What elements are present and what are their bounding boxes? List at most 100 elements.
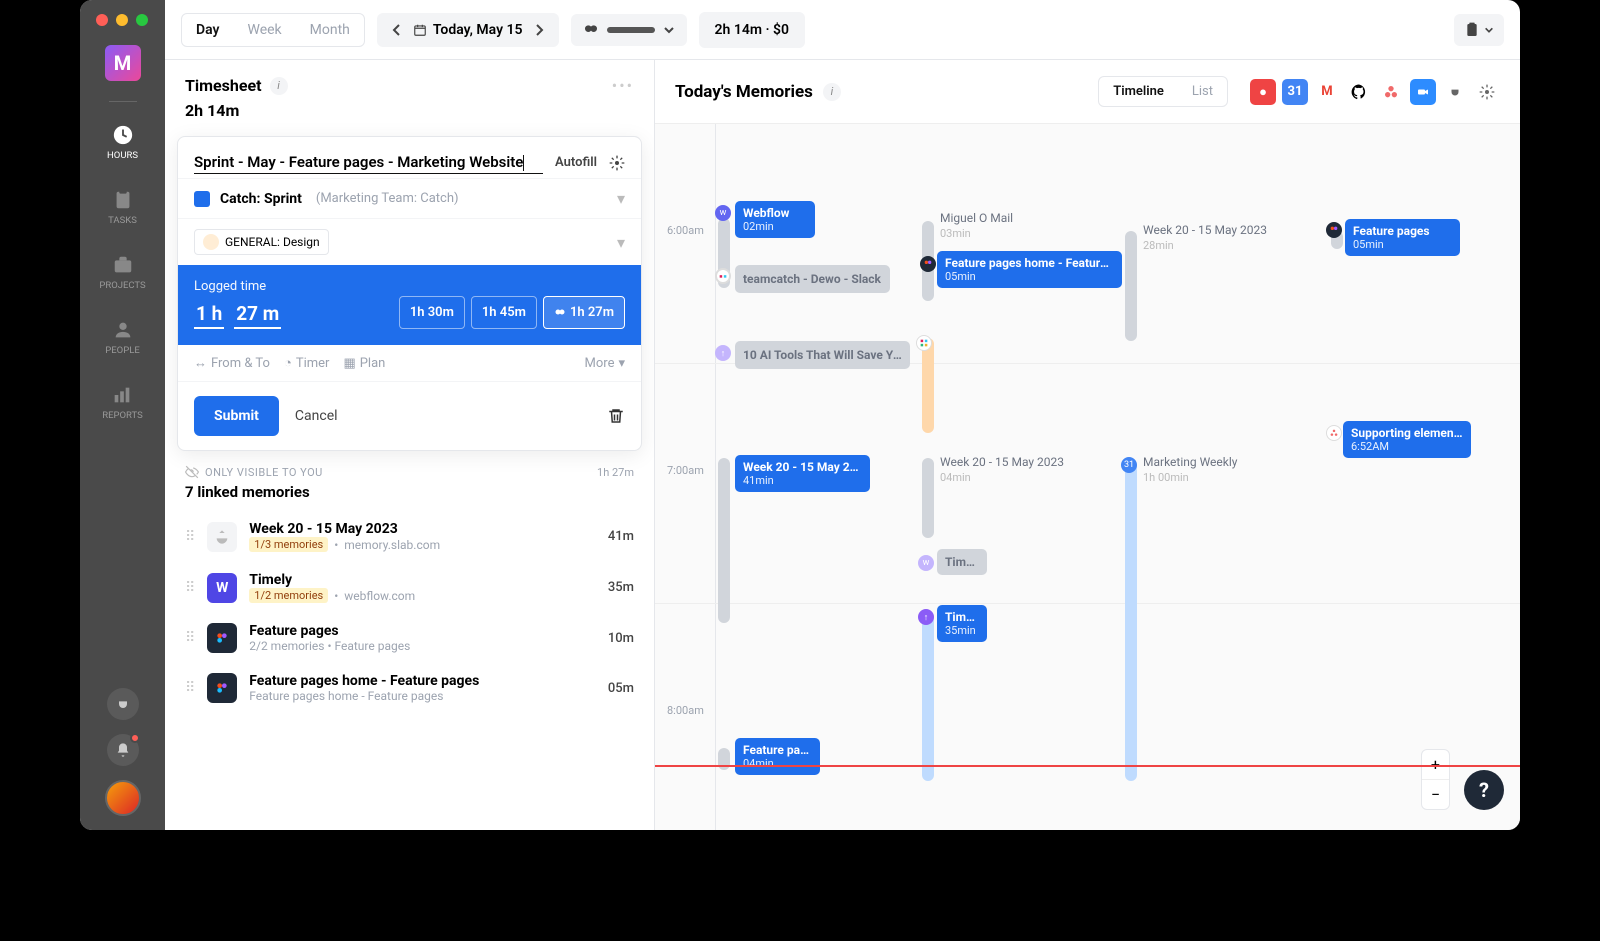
maximize-window[interactable] (136, 14, 148, 26)
view-month[interactable]: Month (296, 14, 364, 46)
chevron-down-icon: ▾ (617, 233, 625, 252)
timer-link[interactable]: ◔ Timer (284, 355, 329, 371)
next-day[interactable] (529, 17, 551, 43)
notifications-button[interactable] (107, 734, 139, 766)
info-icon[interactable]: i (823, 83, 841, 101)
plan-link[interactable]: ▦ Plan (343, 356, 385, 371)
app-logo[interactable]: M (105, 45, 141, 81)
timeline-view[interactable]: Timeline (1099, 77, 1178, 106)
chevron-down-icon: ▾ (617, 189, 625, 208)
brain-icon (583, 22, 599, 38)
zoom-out[interactable]: − (1422, 780, 1449, 809)
autofill-button[interactable]: Autofill (555, 153, 597, 170)
time-suggestion[interactable]: 1h 30m (399, 296, 465, 329)
submit-button[interactable]: Submit (194, 396, 279, 436)
figma-icon (920, 256, 936, 272)
nav-tasks[interactable]: TASKS (108, 189, 137, 226)
timeline-event[interactable]: Week 20 - 15 May 2023 41min (735, 455, 870, 492)
linked-memory[interactable]: ⠿ Feature pages home - Feature pages Fea… (165, 663, 654, 713)
timeline-event[interactable]: Timely (937, 549, 987, 575)
asana-icon[interactable] (1378, 79, 1404, 105)
integration-icon[interactable]: ● (1250, 79, 1276, 105)
nav-reports[interactable]: REPORTS (102, 384, 143, 421)
memory-title: Timely (249, 572, 596, 588)
prev-day[interactable] (385, 17, 407, 43)
event-time: 03min (940, 227, 971, 240)
view-day[interactable]: Day (182, 14, 234, 46)
clipboard-dropdown[interactable] (1454, 14, 1504, 46)
event-app-icon: ↑ (918, 609, 934, 625)
current-date[interactable]: Today, May 15 (413, 22, 523, 38)
delete-button[interactable] (607, 407, 625, 425)
linked-memory[interactable]: ⠿ Feature pages 2/2 memories • Feature p… (165, 613, 654, 663)
slack-icon (916, 335, 932, 351)
day-summary[interactable]: 2h 14m · $0 (699, 12, 806, 48)
drag-handle[interactable]: ⠿ (185, 630, 195, 646)
time-suggestion-ai[interactable]: 1h 27m (543, 296, 625, 329)
tag-selector[interactable]: GENERAL: Design ▾ (194, 229, 625, 255)
memory-time: 10m (608, 631, 634, 646)
more-link[interactable]: More ▾ (585, 356, 625, 371)
timeline-event[interactable]: teamcatch - Dewo - Slack (735, 265, 890, 293)
nav-people[interactable]: PEOPLE (105, 319, 139, 356)
view-week[interactable]: Week (234, 14, 296, 46)
hour-label: 6:00am (663, 224, 708, 237)
from-to-link[interactable]: ↔ From & To (194, 355, 270, 371)
gmail-icon[interactable]: M (1314, 79, 1340, 105)
entry-title-input[interactable]: Sprint - May - Feature pages - Marketing… (194, 153, 543, 174)
info-icon[interactable]: i (270, 77, 288, 95)
linked-memory[interactable]: ⠿ Week 20 - 15 May 2023 1/3 memories • m… (165, 511, 654, 562)
zoom-icon[interactable] (1410, 79, 1436, 105)
timeline-event[interactable]: Feature pages 05min (1345, 219, 1460, 256)
timeline-event[interactable]: Feature pages 04min (735, 738, 820, 775)
timeline-event[interactable]: Feature pages home - Feature... 05min (937, 251, 1122, 288)
cancel-button[interactable]: Cancel (295, 408, 338, 424)
hours-input[interactable]: 1 h (194, 302, 224, 329)
plug-icon[interactable] (1442, 79, 1468, 105)
minimize-window[interactable] (116, 14, 128, 26)
redacted-filter-name (607, 27, 655, 33)
drag-handle[interactable]: ⠿ (185, 680, 195, 696)
event-app-icon: ↑ (715, 345, 731, 361)
drag-handle[interactable]: ⠿ (185, 529, 195, 545)
time-suggestion[interactable]: 1h 45m (471, 296, 537, 329)
timeline-event[interactable]: Timely 35min (937, 605, 987, 642)
linked-total-time: 1h 27m (597, 466, 634, 479)
nav-hours[interactable]: HOURS (107, 124, 138, 161)
time-bar (1125, 231, 1137, 341)
memories-title: Today's Memories (675, 82, 813, 102)
timeline-event[interactable]: Webflow 02min (735, 201, 815, 238)
close-window[interactable] (96, 14, 108, 26)
drag-handle[interactable]: ⠿ (185, 580, 195, 596)
panel-menu[interactable]: ••• (612, 76, 634, 95)
timeline-grid[interactable]: 6:00am 7:00am 8:00am w Webflow 02min (655, 123, 1520, 830)
nav-label: PROJECTS (99, 280, 145, 291)
linked-memory[interactable]: ⠿ W Timely 1/2 memories • webflow.com 35… (165, 562, 654, 613)
help-button[interactable]: ? (1464, 770, 1504, 810)
event-label: Miguel O Mail (940, 211, 1013, 225)
nav-label: HOURS (107, 150, 138, 161)
asana-icon (1326, 425, 1342, 441)
memory-source: webflow.com (344, 589, 415, 603)
nav-projects[interactable]: PROJECTS (99, 254, 145, 291)
timeline-event[interactable]: 10 AI Tools That Will Save You... (735, 341, 910, 369)
timeline-event[interactable]: Supporting elements 6:52AM (1343, 421, 1471, 458)
time-bar (922, 611, 934, 781)
settings-icon[interactable] (1474, 79, 1500, 105)
project-selector[interactable]: Catch: Sprint (Marketing Team: Catch) ▾ (194, 189, 625, 208)
project-color (194, 191, 210, 207)
github-icon[interactable] (1346, 79, 1372, 105)
tag-filter[interactable] (571, 14, 687, 46)
total-logged-time: 2h 14m (165, 101, 654, 132)
list-view[interactable]: List (1178, 77, 1227, 106)
event-label: Week 20 - 15 May 2023 (1143, 223, 1267, 237)
minutes-input[interactable]: 27 m (234, 302, 281, 329)
plug-button[interactable] (107, 688, 139, 720)
gcal-icon[interactable]: 31 (1282, 79, 1308, 105)
user-avatar[interactable] (105, 780, 141, 816)
chevron-down-icon (663, 24, 675, 36)
hour-label: 8:00am (663, 704, 708, 717)
memory-sub: 2/2 memories • Feature pages (249, 639, 596, 653)
memory-title: Feature pages home - Feature pages (249, 673, 596, 689)
entry-settings[interactable] (609, 153, 625, 171)
